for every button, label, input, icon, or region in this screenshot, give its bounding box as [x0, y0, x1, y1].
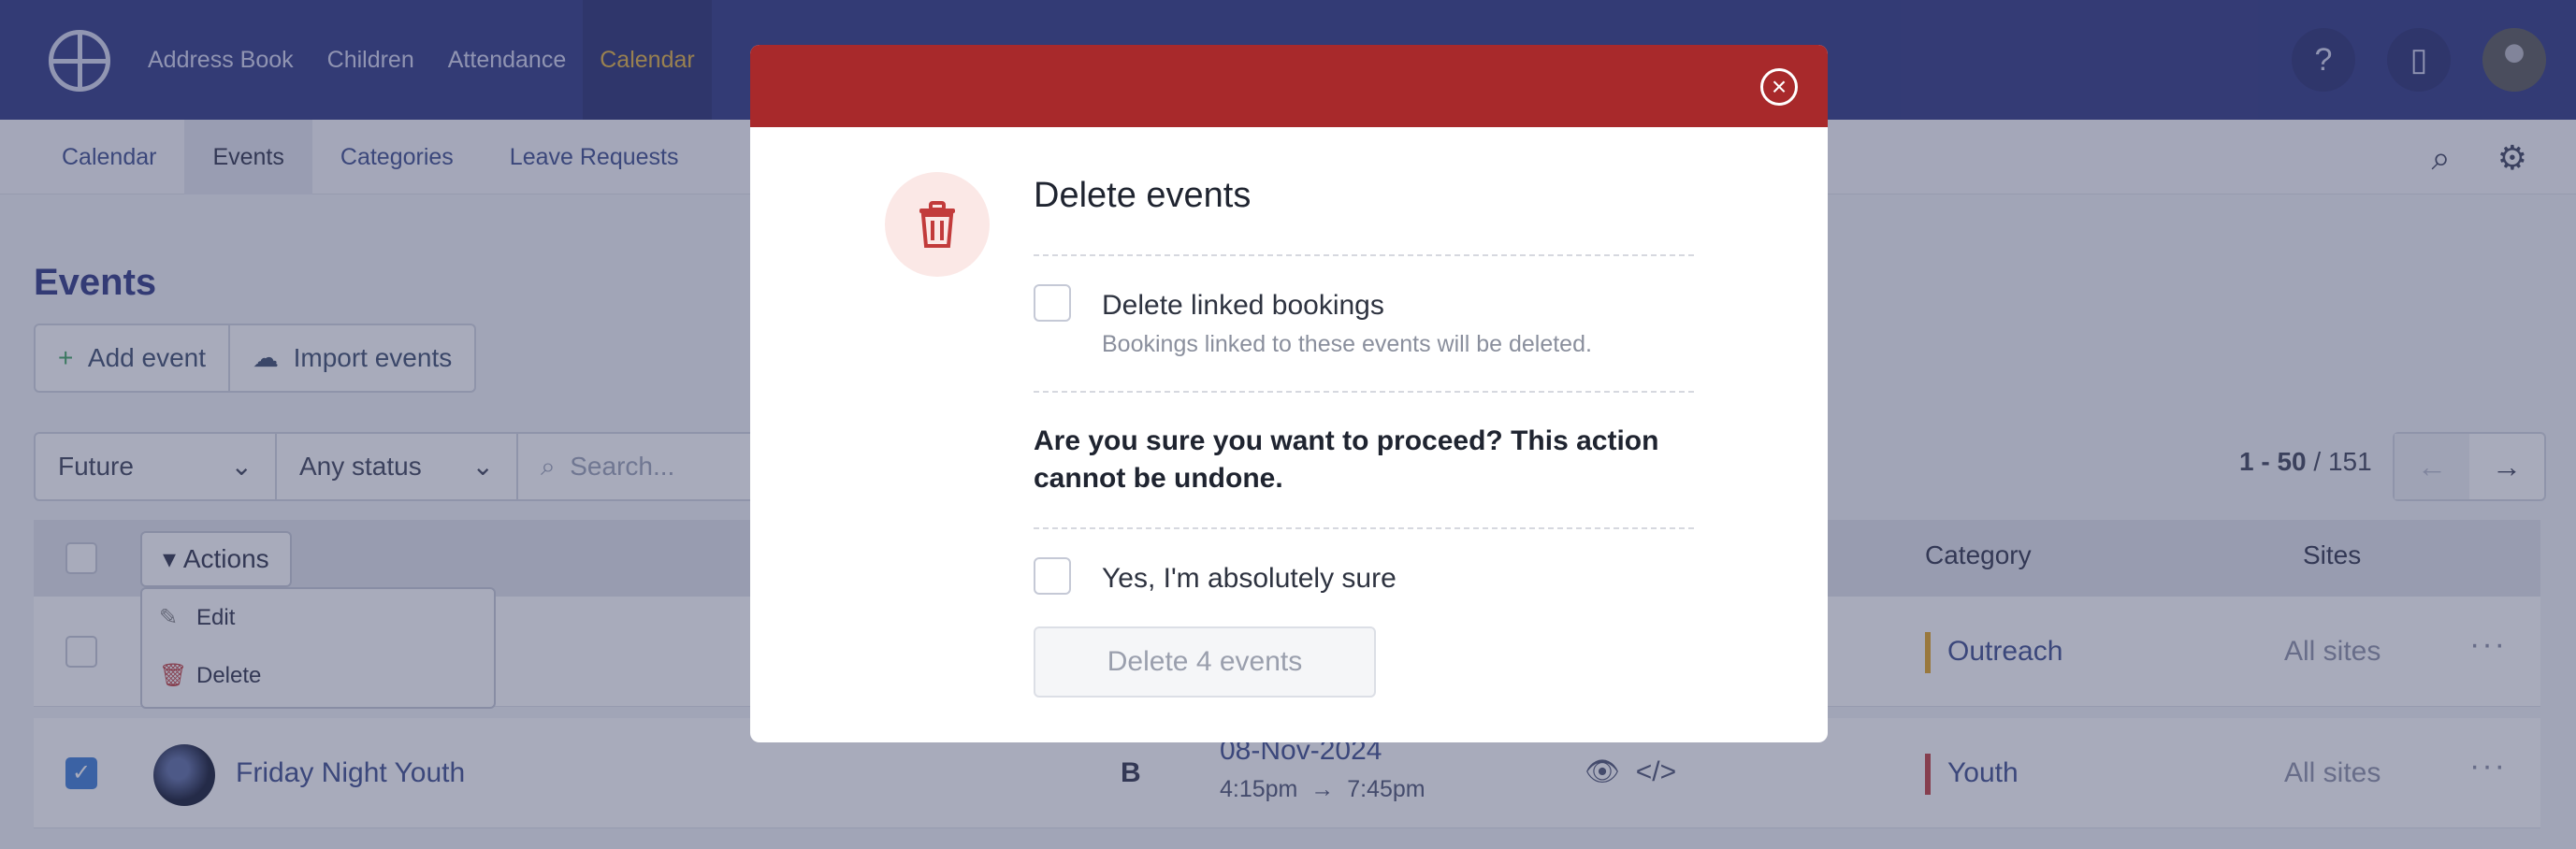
- confirmation-warning: Are you sure you want to proceed? This a…: [1034, 425, 1659, 494]
- divider: [1034, 527, 1694, 529]
- trash-icon: [919, 201, 955, 248]
- danger-icon-circle: [885, 172, 990, 277]
- modal-header: ×: [750, 45, 1828, 127]
- delete-linked-bookings-checkbox[interactable]: [1034, 284, 1071, 322]
- confirm-checkbox-label[interactable]: Yes, I'm absolutely sure: [1102, 563, 1397, 595]
- delete-events-button[interactable]: Delete 4 events: [1034, 626, 1376, 698]
- delete-events-modal: × Delete events Delete linked bookings B…: [750, 45, 1828, 742]
- delete-linked-bookings-label[interactable]: Delete linked bookings: [1102, 290, 1384, 322]
- delete-linked-bookings-help: Bookings linked to these events will be …: [1102, 331, 1592, 357]
- divider: [1034, 391, 1694, 393]
- divider: [1034, 254, 1694, 256]
- close-icon[interactable]: ×: [1760, 68, 1798, 106]
- confirm-checkbox[interactable]: [1034, 557, 1071, 595]
- modal-title: Delete events: [1034, 176, 1252, 215]
